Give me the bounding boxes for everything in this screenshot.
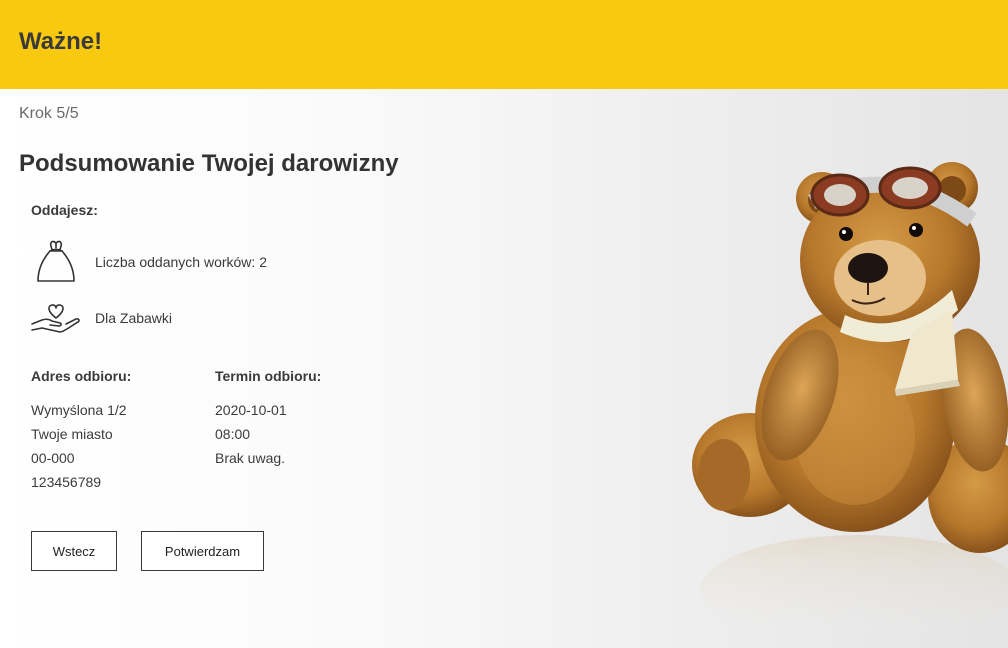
page-title: Podsumowanie Twojej darowizny bbox=[19, 150, 399, 177]
pickup-label: Termin odbioru: bbox=[215, 368, 322, 384]
giving-label: Oddajesz: bbox=[31, 202, 98, 218]
teddy-bear-image bbox=[692, 162, 1008, 645]
address-postcode: 00-000 bbox=[31, 450, 75, 466]
address-street: Wymyślona 1/2 bbox=[31, 402, 127, 418]
confirm-button[interactable]: Potwierdzam bbox=[141, 531, 264, 571]
pickup-time: 08:00 bbox=[215, 426, 251, 442]
step-indicator: Krok 5/5 bbox=[19, 105, 79, 122]
pickup-details: 2020-10-01 08:00 Brak uwag. bbox=[215, 398, 287, 470]
bag-icon bbox=[35, 237, 77, 290]
address-phone: 123456789 bbox=[31, 474, 102, 490]
pickup-date: 2020-10-01 bbox=[215, 402, 287, 418]
heart-hand-icon bbox=[30, 302, 82, 341]
warning-banner: Ważne! bbox=[0, 0, 1008, 89]
bags-count-text: Liczba oddanych worków: 2 bbox=[95, 254, 267, 270]
address-details: Wymyślona 1/2 Twoje miasto 00-000 123456… bbox=[31, 398, 127, 494]
address-city: Twoje miasto bbox=[31, 426, 113, 442]
banner-title: Ważne! bbox=[19, 28, 103, 55]
address-label: Adres odbioru: bbox=[31, 368, 132, 384]
pickup-notes: Brak uwag. bbox=[215, 450, 286, 466]
back-button[interactable]: Wstecz bbox=[31, 531, 117, 571]
recipient-text: Dla Zabawki bbox=[95, 310, 173, 326]
